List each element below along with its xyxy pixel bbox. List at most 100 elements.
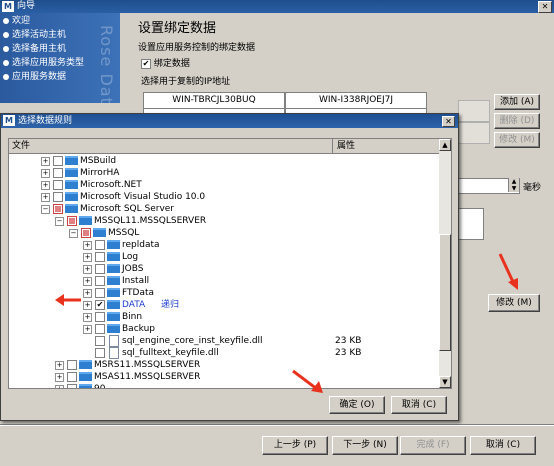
row-label: Install <box>122 276 150 286</box>
tree-row[interactable]: + repldata <box>9 239 439 251</box>
row-checkbox[interactable] <box>67 360 77 370</box>
collapse-icon[interactable]: − <box>69 229 78 238</box>
close-icon[interactable]: ✕ <box>442 116 455 127</box>
expand-icon[interactable]: + <box>83 289 92 298</box>
expand-icon[interactable]: + <box>55 361 64 370</box>
row-checkbox[interactable] <box>53 192 63 202</box>
column-header-file[interactable]: 文件 <box>12 139 30 153</box>
scroll-up-icon[interactable]: ▲ <box>439 139 451 151</box>
tree-row[interactable]: sql_engine_core_inst_keyfile.dll 23 KB <box>9 335 439 347</box>
expand-icon[interactable]: + <box>41 193 50 202</box>
row-checkbox[interactable] <box>95 336 105 346</box>
row-checkbox[interactable] <box>95 252 105 262</box>
modify-button-top[interactable]: 修改 (M) <box>494 132 540 148</box>
tree-row[interactable]: + MSRS11.MSSQLSERVER <box>9 359 439 371</box>
move-up-arrow-icon[interactable] <box>458 100 490 122</box>
dialog-cancel-button[interactable]: 取消 (C) <box>391 396 447 414</box>
nav-item-welcome[interactable]: 欢迎 <box>3 15 30 28</box>
expand-icon[interactable]: + <box>55 373 64 382</box>
collapse-icon[interactable]: − <box>55 217 64 226</box>
row-label: MSBuild <box>80 156 117 166</box>
row-checkbox-checked[interactable]: ✔ <box>95 300 105 310</box>
tree-row[interactable]: + 90 <box>9 383 439 388</box>
nav-item-label: 选择活动主机 <box>12 30 67 40</box>
modify-button[interactable]: 修改 (M) <box>488 294 540 312</box>
nav-item-service-data[interactable]: 应用服务数据 <box>3 71 66 84</box>
nav-item-active-host[interactable]: 选择活动主机 <box>3 29 66 42</box>
cancel-button[interactable]: 取消 (C) <box>470 436 536 455</box>
expand-icon[interactable]: + <box>83 277 92 286</box>
tree-row[interactable]: − MSSQL11.MSSQLSERVER <box>9 215 439 227</box>
spinner-arrows-icon[interactable]: ▲ ▼ <box>508 178 519 192</box>
move-down-arrow-icon[interactable] <box>458 122 490 144</box>
host-cell-primary[interactable]: WIN-TBRCJL30BUQ <box>143 92 285 109</box>
row-checkbox[interactable] <box>95 312 105 322</box>
bullet-icon <box>3 59 9 66</box>
expand-icon[interactable]: + <box>83 241 92 250</box>
row-checkbox[interactable] <box>95 288 105 298</box>
column-divider[interactable] <box>332 139 333 153</box>
expand-icon[interactable]: + <box>41 169 50 178</box>
delete-button[interactable]: 删除 (D) <box>494 113 540 129</box>
expand-icon[interactable]: + <box>41 181 50 190</box>
row-checkbox[interactable] <box>95 276 105 286</box>
row-checkbox[interactable] <box>67 384 77 388</box>
row-checkbox[interactable] <box>67 372 77 382</box>
row-checkbox-partial[interactable] <box>67 216 77 226</box>
row-checkbox[interactable] <box>53 168 63 178</box>
row-checkbox-partial[interactable] <box>53 204 63 214</box>
row-label: Binn <box>122 312 143 322</box>
expand-icon[interactable]: + <box>41 157 50 166</box>
next-button[interactable]: 下一步 (N) <box>332 436 398 455</box>
dialog-titlebar: M 选择数据规则 ✕ <box>1 114 458 128</box>
row-checkbox[interactable] <box>53 156 63 166</box>
prev-button[interactable]: 上一步 (P) <box>262 436 328 455</box>
nav-item-label: 选择备用主机 <box>12 44 67 54</box>
expand-icon[interactable]: + <box>83 253 92 262</box>
expand-icon[interactable]: + <box>83 265 92 274</box>
host-cell-standby[interactable]: WIN-I338RJOEJ7J <box>285 92 427 109</box>
page-subtitle: 设置应用服务控制的绑定数据 <box>138 43 256 53</box>
tree-row[interactable]: + MSBuild <box>9 155 439 167</box>
tree-row[interactable]: + MSAS11.MSSQLSERVER <box>9 371 439 383</box>
row-checkbox[interactable] <box>53 180 63 190</box>
row-checkbox[interactable] <box>95 348 105 358</box>
row-checkbox[interactable] <box>95 264 105 274</box>
tree-row[interactable]: + Microsoft.NET <box>9 179 439 191</box>
tree-row[interactable]: + Microsoft Visual Studio 10.0 <box>9 191 439 203</box>
expand-icon[interactable]: + <box>55 385 64 388</box>
tree-row[interactable]: − MSSQL <box>9 227 439 239</box>
tree-row[interactable]: − Microsoft SQL Server <box>9 203 439 215</box>
tree-row[interactable]: + Backup <box>9 323 439 335</box>
bind-data-checkbox[interactable]: ✔ 绑定数据 <box>141 56 190 69</box>
tree-row[interactable]: + JOBS <box>9 263 439 275</box>
tree-row[interactable]: + Install <box>9 275 439 287</box>
add-button[interactable]: 添加 (A) <box>494 94 540 110</box>
ok-button[interactable]: 确定 (O) <box>329 396 385 414</box>
scroll-thumb[interactable] <box>439 234 451 351</box>
row-label: sql_engine_core_inst_keyfile.dll <box>122 336 263 346</box>
bind-data-label: 绑定数据 <box>153 59 190 69</box>
nav-item-standby-host[interactable]: 选择备用主机 <box>3 43 66 56</box>
row-checkbox[interactable] <box>95 324 105 334</box>
tree-row[interactable]: + MirrorHA <box>9 167 439 179</box>
vertical-scrollbar[interactable]: ▲ ▼ <box>439 139 451 388</box>
footer-divider <box>0 424 554 426</box>
column-header-attribute[interactable]: 属性 <box>337 139 355 153</box>
finish-button[interactable]: 完成 (F) <box>400 436 466 455</box>
tree-row[interactable]: + Log <box>9 251 439 263</box>
folder-icon <box>107 252 120 261</box>
tree-row[interactable]: + Binn <box>9 311 439 323</box>
expand-icon[interactable]: + <box>83 301 92 310</box>
close-icon[interactable]: ✕ <box>538 1 552 13</box>
tree-row[interactable]: sql_fulltext_keyfile.dll 23 KB <box>9 347 439 359</box>
expand-icon[interactable]: + <box>83 325 92 334</box>
row-checkbox-partial[interactable] <box>81 228 91 238</box>
row-checkbox[interactable] <box>95 240 105 250</box>
nav-item-service-type[interactable]: 选择应用服务类型 <box>3 57 84 70</box>
scroll-down-icon[interactable]: ▼ <box>439 376 451 388</box>
collapse-icon[interactable]: − <box>41 205 50 214</box>
folder-icon <box>79 216 92 225</box>
bullet-icon <box>3 45 9 52</box>
expand-icon[interactable]: + <box>83 313 92 322</box>
